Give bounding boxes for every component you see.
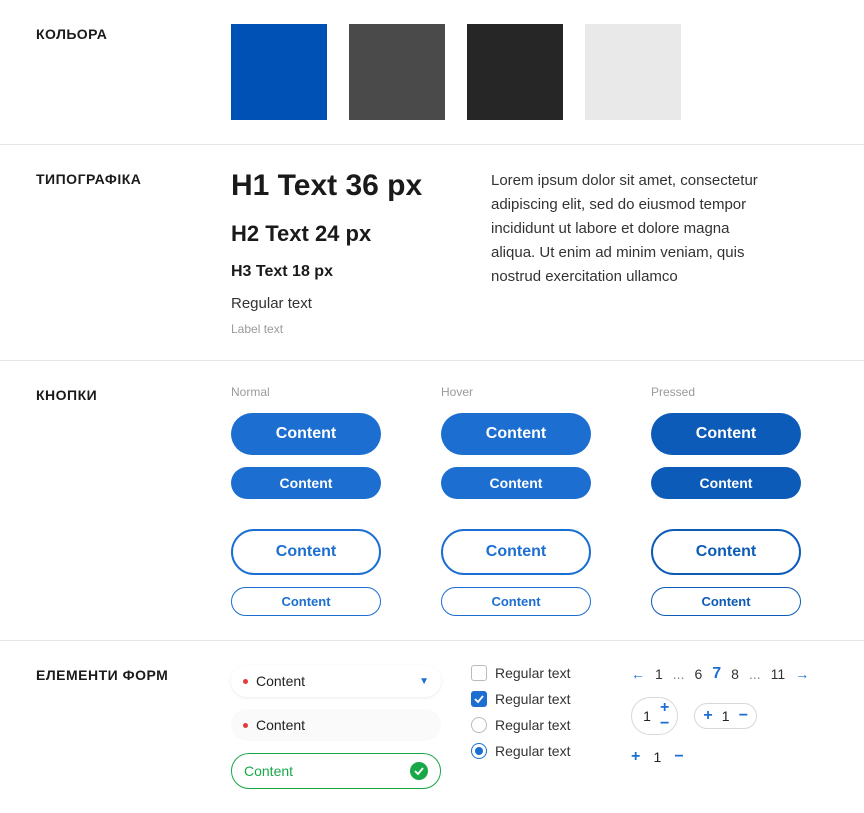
typography-body: H1 Text 36 px H2 Text 24 px H3 Text 18 p… xyxy=(231,169,828,336)
button-fill-md-hover[interactable]: Content xyxy=(441,467,591,499)
required-dot-icon xyxy=(243,723,248,728)
selects-column: Content ▼ Content Content xyxy=(231,665,441,789)
page-ellipsis: ... xyxy=(749,666,761,682)
minus-icon[interactable]: − xyxy=(674,749,683,765)
text-label: Label text xyxy=(231,322,451,336)
page-ellipsis: ... xyxy=(673,666,685,682)
checkbox-checked[interactable]: Regular text xyxy=(471,691,601,707)
select-success-text: Content xyxy=(244,763,402,779)
section-typography: ТИПОГРАФІКА H1 Text 36 px H2 Text 24 px … xyxy=(0,145,864,361)
checkbox-label: Regular text xyxy=(495,665,570,681)
paragraph-sample: Lorem ipsum dolor sit amet, consectetur … xyxy=(491,169,771,336)
stepper-bare[interactable]: + 1 − xyxy=(631,749,684,765)
colors-body xyxy=(231,24,828,120)
heading-h2: H2 Text 24 px xyxy=(231,221,451,247)
select-flat[interactable]: Content xyxy=(231,709,441,741)
stepper-value: 1 xyxy=(719,708,733,724)
page-prev-icon[interactable]: ← xyxy=(631,666,645,682)
minus-icon[interactable]: − xyxy=(660,716,669,732)
steppers-row-2: + 1 − xyxy=(631,749,828,765)
state-label-pressed: Pressed xyxy=(651,385,801,399)
radio-label: Regular text xyxy=(495,717,570,733)
heading-h3: H3 Text 18 px xyxy=(231,263,451,281)
select-normal-text: Content xyxy=(256,673,411,689)
select-normal[interactable]: Content ▼ xyxy=(231,665,441,697)
stepper-value: 1 xyxy=(640,708,654,724)
button-fill-lg-pressed[interactable]: Content xyxy=(651,413,801,455)
steppers-row-1: 1 + − + 1 − xyxy=(631,697,828,735)
heading-h1: H1 Text 36 px xyxy=(231,169,451,203)
pagination-steppers-column: ← 1 ... 6 7 8 ... 11 → 1 + − xyxy=(631,665,828,789)
pagination: ← 1 ... 6 7 8 ... 11 → xyxy=(631,665,828,683)
page-8[interactable]: 8 xyxy=(731,666,739,682)
page-next-icon[interactable]: → xyxy=(795,666,809,682)
typography-samples: H1 Text 36 px H2 Text 24 px H3 Text 18 p… xyxy=(231,169,451,336)
chevron-down-icon: ▼ xyxy=(419,676,429,687)
buttons-body: Normal Content Content Content Content H… xyxy=(231,385,828,616)
checkbox-label: Regular text xyxy=(495,691,570,707)
minus-icon[interactable]: − xyxy=(739,708,748,724)
stepper-value: 1 xyxy=(650,749,664,765)
swatch-light xyxy=(585,24,681,120)
swatch-dark xyxy=(467,24,563,120)
section-title-typography: ТИПОГРАФІКА xyxy=(36,169,231,336)
radio-unchecked[interactable]: Regular text xyxy=(471,717,601,733)
section-title-forms: ЕЛЕМЕНТИ ФОРМ xyxy=(36,665,231,789)
checkbox-checked-icon xyxy=(471,691,487,707)
buttons-col-normal: Normal Content Content Content Content xyxy=(231,385,381,616)
checkbox-icon xyxy=(471,665,487,681)
select-success[interactable]: Content xyxy=(231,753,441,789)
state-label-normal: Normal xyxy=(231,385,381,399)
required-dot-icon xyxy=(243,679,248,684)
swatch-gray xyxy=(349,24,445,120)
button-outline-sm-pressed[interactable]: Content xyxy=(651,587,801,616)
plus-icon[interactable]: + xyxy=(660,700,669,716)
stepper-controls: + − xyxy=(660,700,669,732)
radio-label: Regular text xyxy=(495,743,570,759)
buttons-col-pressed: Pressed Content Content Content Content xyxy=(651,385,801,616)
button-fill-md-normal[interactable]: Content xyxy=(231,467,381,499)
page-1[interactable]: 1 xyxy=(655,666,663,682)
forms-body: Content ▼ Content Content Regular text xyxy=(231,665,828,789)
stepper-horizontal[interactable]: + 1 − xyxy=(694,703,757,729)
button-outline-sm-hover[interactable]: Content xyxy=(441,587,591,616)
section-buttons: КНОПКИ Normal Content Content Content Co… xyxy=(0,361,864,641)
buttons-col-hover: Hover Content Content Content Content xyxy=(441,385,591,616)
options-column: Regular text Regular text Regular text R… xyxy=(471,665,601,789)
page-11[interactable]: 11 xyxy=(771,666,786,682)
radio-checked-icon xyxy=(471,743,487,759)
radio-checked[interactable]: Regular text xyxy=(471,743,601,759)
check-circle-icon xyxy=(410,762,428,780)
button-outline-lg-hover[interactable]: Content xyxy=(441,529,591,575)
section-title-buttons: КНОПКИ xyxy=(36,385,231,616)
button-outline-lg-pressed[interactable]: Content xyxy=(651,529,801,575)
page-6[interactable]: 6 xyxy=(694,666,702,682)
plus-icon[interactable]: + xyxy=(703,708,712,724)
button-fill-lg-hover[interactable]: Content xyxy=(441,413,591,455)
plus-icon[interactable]: + xyxy=(631,749,640,765)
button-outline-lg-normal[interactable]: Content xyxy=(231,529,381,575)
radio-icon xyxy=(471,717,487,733)
stepper-vertical[interactable]: 1 + − xyxy=(631,697,678,735)
button-fill-md-pressed[interactable]: Content xyxy=(651,467,801,499)
select-flat-text: Content xyxy=(256,717,429,733)
checkbox-unchecked[interactable]: Regular text xyxy=(471,665,601,681)
button-fill-lg-normal[interactable]: Content xyxy=(231,413,381,455)
swatch-row xyxy=(231,24,828,120)
swatch-blue xyxy=(231,24,327,120)
state-label-hover: Hover xyxy=(441,385,591,399)
section-forms: ЕЛЕМЕНТИ ФОРМ Content ▼ Content Content xyxy=(0,641,864,813)
section-title-colors: КОЛЬОРА xyxy=(36,24,231,120)
section-colors: КОЛЬОРА xyxy=(0,0,864,145)
button-outline-sm-normal[interactable]: Content xyxy=(231,587,381,616)
page-7-active[interactable]: 7 xyxy=(712,665,721,683)
text-regular: Regular text xyxy=(231,295,451,312)
